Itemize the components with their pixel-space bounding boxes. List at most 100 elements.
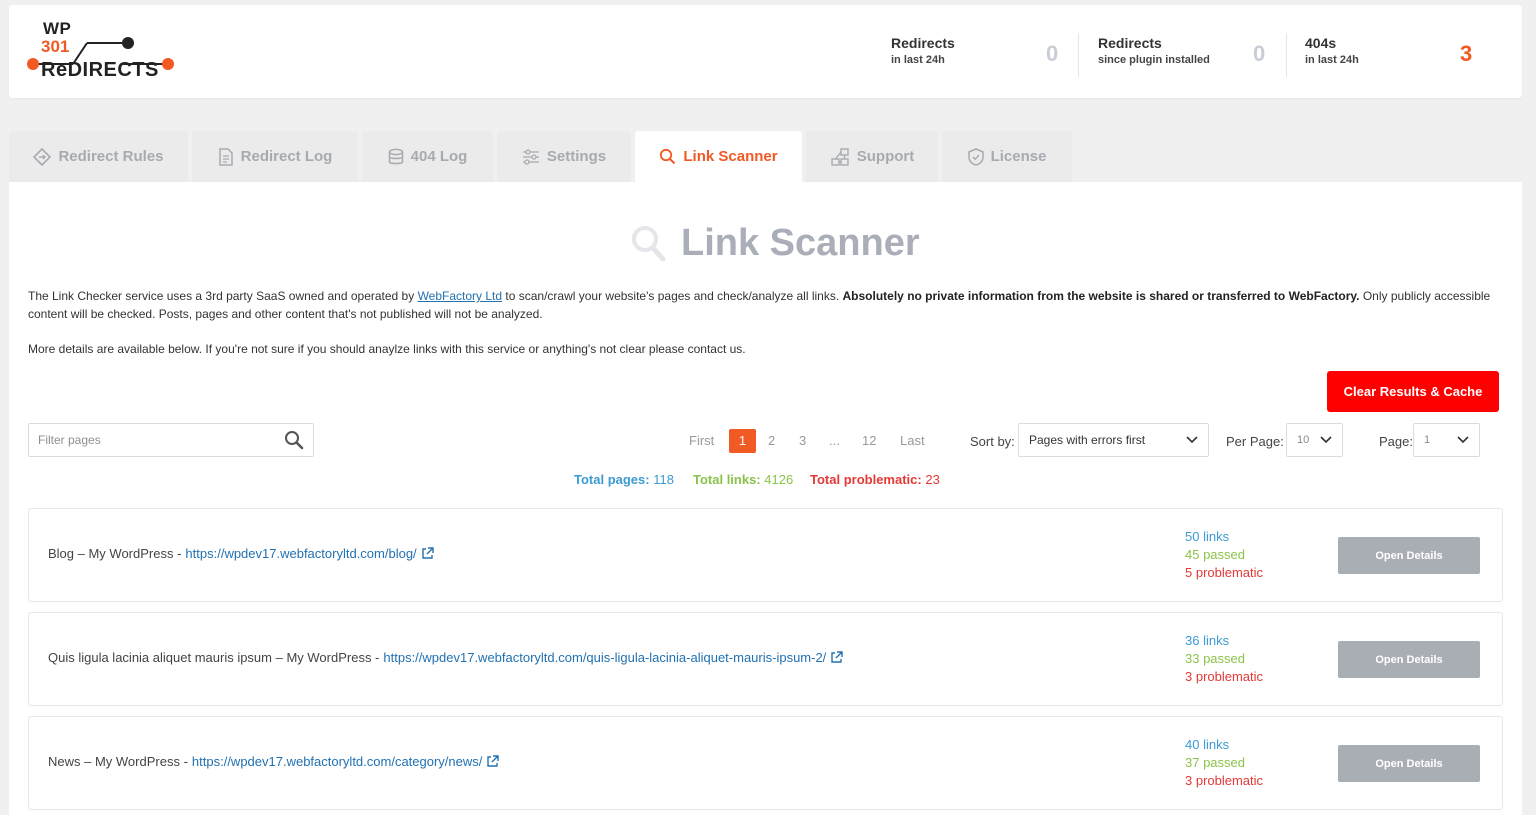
page-label: Page: bbox=[1379, 434, 1413, 449]
tab-label: Redirect Rules bbox=[58, 148, 164, 165]
tab-label: Settings bbox=[546, 148, 607, 165]
total-problematic-label: Total problematic: bbox=[810, 472, 922, 487]
link-counts: 36 links 33 passed 3 problematic bbox=[1185, 632, 1263, 686]
stat-value: 0 bbox=[1253, 41, 1266, 66]
tab-support[interactable]: Support bbox=[806, 131, 938, 182]
intro-details: More details are available below. If you… bbox=[28, 342, 746, 356]
external-link-icon[interactable] bbox=[486, 755, 500, 768]
open-details-button[interactable]: Open Details bbox=[1338, 745, 1480, 782]
tab-redirect-log[interactable]: Redirect Log bbox=[192, 131, 358, 182]
sort-value: Pages with errors first bbox=[1029, 433, 1146, 447]
links-count: 40 links bbox=[1185, 737, 1230, 752]
tab-link-scanner[interactable]: Link Scanner bbox=[635, 131, 802, 182]
problematic-count: 5 problematic bbox=[1185, 565, 1264, 580]
search-icon[interactable] bbox=[284, 430, 304, 450]
intro-text: to scan/crawl your website's pages and c… bbox=[502, 289, 843, 303]
page-select[interactable]: 1 bbox=[1413, 423, 1480, 457]
stat-redirects-24h: Redirects in last 24h bbox=[891, 35, 955, 66]
wp301-logo[interactable]: WP 301 ReDIRECTS bbox=[27, 19, 174, 87]
database-icon bbox=[388, 148, 403, 164]
stat-value: 0 bbox=[1046, 41, 1059, 66]
stat-subtitle: in last 24h bbox=[891, 54, 945, 66]
intro-text: The Link Checker service uses a 3rd part… bbox=[28, 289, 418, 303]
per-page-select[interactable]: 10 bbox=[1286, 423, 1343, 457]
total-links: Total links: 4126 bbox=[693, 472, 793, 487]
tab-label: 404 Log bbox=[410, 148, 468, 165]
passed-count: 37 passed bbox=[1185, 755, 1245, 770]
page-title: Quis ligula lacinia aliquet mauris ipsum… bbox=[48, 650, 380, 665]
stat-divider bbox=[1286, 33, 1287, 77]
tab-settings[interactable]: Settings bbox=[497, 131, 631, 182]
external-link-icon[interactable] bbox=[830, 651, 844, 664]
stat-subtitle: since plugin installed bbox=[1098, 54, 1210, 66]
problematic-count: 3 problematic bbox=[1185, 773, 1264, 788]
per-page-value: 10 bbox=[1297, 434, 1310, 446]
per-page-label: Per Page: bbox=[1226, 434, 1284, 449]
chevron-down-icon bbox=[1186, 436, 1198, 444]
total-problematic-value: 23 bbox=[925, 472, 940, 487]
intro-bold: Absolutely no private information from t… bbox=[842, 289, 1360, 303]
open-details-button[interactable]: Open Details bbox=[1338, 641, 1480, 678]
pagination-page-2[interactable]: 2 bbox=[768, 433, 775, 448]
stat-redirects-total: Redirects since plugin installed bbox=[1098, 35, 1210, 66]
page-url-link[interactable]: https://wpdev17.webfactoryltd.com/blog/ bbox=[185, 546, 416, 561]
list-item: News – My WordPress - https://wpdev17.we… bbox=[28, 716, 1503, 810]
passed-count: 45 passed bbox=[1185, 547, 1245, 562]
diamond-arrow-icon bbox=[33, 147, 52, 166]
page-url-link[interactable]: https://wpdev17.webfactoryltd.com/catego… bbox=[192, 754, 482, 769]
webfactory-link[interactable]: WebFactory Ltd bbox=[418, 289, 502, 303]
page-info: Quis ligula lacinia aliquet mauris ipsum… bbox=[48, 650, 844, 665]
chevron-down-icon bbox=[1457, 436, 1469, 444]
link-counts: 50 links 45 passed 5 problematic bbox=[1185, 528, 1263, 582]
link-counts: 40 links 37 passed 3 problematic bbox=[1185, 736, 1263, 790]
sliders-icon bbox=[522, 148, 539, 165]
page-title: News – My WordPress - bbox=[48, 754, 188, 769]
tab-label: Redirect Log bbox=[240, 148, 333, 165]
passed-count: 33 passed bbox=[1185, 651, 1245, 666]
tab-label: Support bbox=[856, 148, 915, 165]
problematic-count: 3 problematic bbox=[1185, 669, 1264, 684]
stat-title: Redirects bbox=[1098, 35, 1162, 51]
pagination-page-12[interactable]: 12 bbox=[862, 433, 876, 448]
intro-paragraph: The Link Checker service uses a 3rd part… bbox=[28, 287, 1506, 323]
tab-redirect-rules[interactable]: Redirect Rules bbox=[9, 131, 188, 182]
logo-wp: WP bbox=[43, 19, 72, 38]
page-info: Blog – My WordPress - https://wpdev17.we… bbox=[48, 546, 434, 561]
page-value: 1 bbox=[1424, 434, 1431, 446]
open-details-button[interactable]: Open Details bbox=[1338, 537, 1480, 574]
filter-box bbox=[28, 423, 314, 457]
page-title: Link Scanner bbox=[631, 222, 920, 265]
tab-404-log[interactable]: 404 Log bbox=[362, 131, 493, 182]
total-pages: Total pages: 118 bbox=[574, 472, 674, 487]
stat-title: Redirects bbox=[891, 35, 955, 51]
page-url-link[interactable]: https://wpdev17.webfactoryltd.com/quis-l… bbox=[383, 650, 826, 665]
filter-pages-input[interactable] bbox=[29, 424, 269, 456]
total-problematic: Total problematic: 23 bbox=[810, 472, 940, 487]
sort-select[interactable]: Pages with errors first bbox=[1018, 423, 1209, 457]
page-info: News – My WordPress - https://wpdev17.we… bbox=[48, 754, 500, 769]
clear-results-button[interactable]: Clear Results & Cache bbox=[1327, 371, 1499, 412]
total-links-label: Total links: bbox=[693, 472, 761, 487]
external-link-icon[interactable] bbox=[421, 547, 434, 560]
header-bar: WP 301 ReDIRECTS Redirects in last 24h 0… bbox=[9, 5, 1522, 98]
total-links-value: 4126 bbox=[764, 472, 794, 487]
pagination-current[interactable]: 1 bbox=[729, 429, 756, 453]
stat-404s-24h: 404s in last 24h bbox=[1305, 35, 1359, 66]
search-icon bbox=[660, 148, 676, 165]
stat-value: 3 bbox=[1460, 41, 1473, 66]
pagination-ellipsis: ... bbox=[829, 433, 840, 448]
tab-license[interactable]: License bbox=[942, 131, 1072, 182]
list-item: Blog – My WordPress - https://wpdev17.we… bbox=[28, 508, 1503, 602]
support-icon bbox=[831, 147, 849, 166]
pagination-last[interactable]: Last bbox=[900, 433, 925, 448]
logo-301: 301 bbox=[41, 37, 70, 56]
total-pages-value: 118 bbox=[653, 472, 674, 487]
pagination-first[interactable]: First bbox=[689, 433, 714, 448]
stat-subtitle: in last 24h bbox=[1305, 54, 1359, 66]
page-title: Blog – My WordPress - bbox=[48, 546, 182, 561]
logo-redirects: ReDIRECTS bbox=[41, 59, 159, 81]
pagination-page-3[interactable]: 3 bbox=[799, 433, 806, 448]
links-count: 36 links bbox=[1185, 633, 1230, 648]
total-pages-label: Total pages: bbox=[574, 472, 650, 487]
list-item: Quis ligula lacinia aliquet mauris ipsum… bbox=[28, 612, 1503, 706]
